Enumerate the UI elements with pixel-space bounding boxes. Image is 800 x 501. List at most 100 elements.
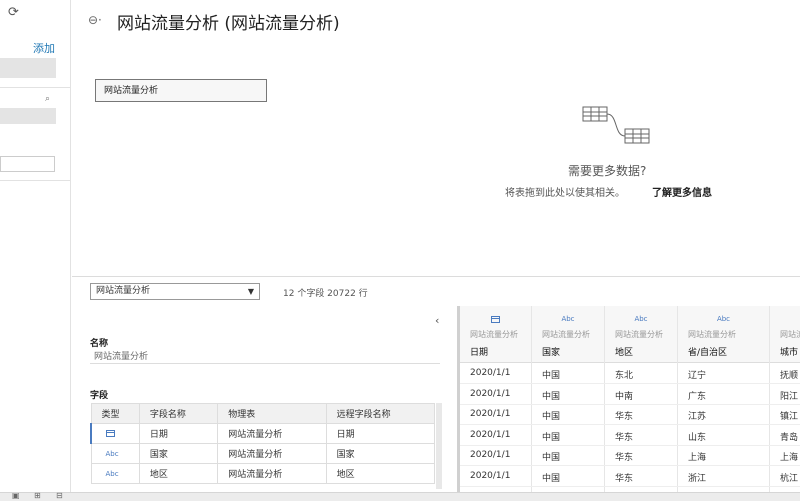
search-icon[interactable]: ⌕ (45, 94, 50, 104)
grid-cell[interactable]: 2020/1/1 (470, 409, 510, 419)
physical-table: 网站流量分析 (217, 443, 327, 464)
grid-cell[interactable]: 上海 (688, 450, 706, 463)
data-source-tab-icon[interactable]: ▣ (12, 491, 20, 500)
grid-row-divider (460, 444, 800, 446)
column-name: 日期 (470, 348, 489, 358)
join-tables-icon (582, 106, 650, 144)
remote-field-name: 地区 (325, 463, 436, 484)
name-label: 名称 (90, 339, 109, 349)
grid-cell[interactable]: 2020/1/1 (470, 450, 510, 460)
page-title[interactable]: 网站流量分析 (网站流量分析) (117, 9, 340, 34)
canvas-table-card[interactable]: 网站流量分析 (95, 79, 267, 102)
caret-down-icon: ▼ (247, 287, 254, 296)
column-name: 城市 (780, 348, 799, 358)
table-row[interactable]: Abc 地区 网站流量分析 地区 (90, 463, 436, 484)
column-source: 网站流量分析 (615, 330, 663, 339)
pane-divider[interactable] (72, 276, 800, 277)
grid-cell[interactable]: 杭江 (780, 471, 798, 484)
add-connection-link[interactable]: 添加 (33, 40, 55, 56)
column-name: 省/自治区 (688, 348, 728, 358)
string-type-icon[interactable]: Abc (90, 463, 140, 484)
field-name[interactable]: 日期 (138, 423, 219, 444)
column-source: 网站流量分析 (780, 330, 800, 339)
grid-cell[interactable]: 阳江 (780, 389, 798, 402)
grid-row-divider (460, 465, 800, 466)
grid-row-divider (460, 424, 800, 425)
column-source: 网站流量分析 (688, 330, 736, 339)
date-icon[interactable] (90, 423, 140, 444)
grid-row-divider (460, 403, 800, 405)
fields-label: 字段 (90, 391, 109, 401)
data-grid: 网站流量分析 日期 Abc 网站流量分析 国家 Abc 网站流量分析 地区 Ab… (460, 306, 800, 492)
column-header[interactable]: 远程字段名称 (325, 403, 436, 424)
column-header[interactable]: 类型 (90, 403, 140, 424)
grid-cell[interactable]: 中南 (615, 389, 633, 402)
name-underline (90, 363, 440, 364)
grid-cell[interactable]: 中国 (542, 430, 560, 443)
grid-cell[interactable]: 2020/1/1 (470, 471, 510, 481)
grid-cell[interactable]: 江苏 (688, 409, 706, 422)
grid-cell[interactable]: 华东 (615, 471, 633, 484)
table-row[interactable]: Abc 国家 网站流量分析 国家 (90, 443, 436, 464)
grid-cell[interactable]: 东北 (615, 368, 633, 381)
sidebar-divider (0, 87, 70, 88)
grid-cell[interactable]: 中国 (542, 389, 560, 402)
grid-column-header[interactable]: Abc 网站流量分析 城市 (770, 306, 800, 363)
grid-column-header[interactable]: Abc 网站流量分析 地区 (605, 306, 677, 363)
field-name[interactable]: 国家 (138, 443, 219, 464)
calendar-icon (106, 429, 115, 437)
table-search-input[interactable] (0, 156, 55, 172)
grid-cell[interactable]: 华东 (615, 430, 633, 443)
grid-column-header[interactable]: Abc 网站流量分析 国家 (532, 306, 604, 363)
physical-table: 网站流量分析 (217, 463, 327, 484)
string-type-icon: Abc (770, 315, 800, 323)
drag-table-hint: 将表拖到此处以使其相关。 (505, 188, 625, 199)
grid-cell[interactable]: 镇江 (780, 409, 798, 422)
sidebar-divider (0, 180, 70, 181)
collapse-pane-icon[interactable]: ‹ (435, 314, 439, 327)
table-select-dropdown[interactable]: 网站流量分析 ▼ (90, 283, 260, 300)
grid-cell[interactable]: 中国 (542, 409, 560, 422)
field-name[interactable]: 地区 (138, 463, 219, 484)
grid-cell[interactable]: 华东 (615, 450, 633, 463)
grid-cell[interactable]: 2020/1/1 (470, 430, 510, 440)
calendar-icon (460, 315, 531, 325)
table-select-value: 网站流量分析 (96, 286, 151, 296)
grid-column-header[interactable]: Abc 网站流量分析 省/自治区 (678, 306, 769, 363)
grid-cell[interactable]: 广东 (688, 389, 706, 402)
grid-cell[interactable]: 上海 (780, 450, 798, 463)
need-more-data-heading: 需要更多数据? (568, 164, 647, 178)
grid-cell[interactable]: 华东 (615, 409, 633, 422)
datasource-icon[interactable]: ⊖· (88, 13, 102, 27)
grid-cell[interactable]: 浙江 (688, 471, 706, 484)
grid-column-header[interactable]: 网站流量分析 日期 (460, 306, 531, 363)
grid-cell[interactable]: 抚顺 (780, 368, 798, 381)
fields-scrollbar[interactable] (436, 403, 442, 489)
fields-table-header: 类型 字段名称 物理表 远程字段名称 (90, 403, 436, 424)
refresh-icon[interactable]: ⟳ (8, 5, 19, 20)
database-select[interactable] (0, 108, 56, 124)
connection-item[interactable] (0, 58, 56, 78)
grid-row-divider (460, 383, 800, 384)
grid-cell[interactable]: 中国 (542, 368, 560, 381)
column-source: 网站流量分析 (470, 330, 518, 339)
name-value-field[interactable]: 网站流量分析 (94, 349, 148, 362)
fields-table: 类型 字段名称 物理表 远程字段名称 日期 网站流量分析 日期 Abc 国家 网… (90, 403, 436, 484)
grid-cell[interactable]: 中国 (542, 471, 560, 484)
new-dashboard-icon[interactable]: ⊟ (56, 491, 63, 500)
field-row-count: 12 个字段 20722 行 (283, 289, 368, 299)
new-sheet-icon[interactable]: ⊞ (34, 491, 41, 500)
grid-row-divider (460, 485, 800, 487)
table-row[interactable]: 日期 网站流量分析 日期 (90, 423, 436, 444)
remote-field-name: 日期 (325, 423, 436, 444)
learn-more-link[interactable]: 了解更多信息 (652, 184, 712, 199)
string-type-icon[interactable]: Abc (90, 443, 140, 464)
grid-cell[interactable]: 2020/1/1 (470, 368, 510, 378)
grid-cell[interactable]: 中国 (542, 450, 560, 463)
column-header[interactable]: 物理表 (217, 403, 327, 424)
grid-cell[interactable]: 辽宁 (688, 368, 706, 381)
column-header[interactable]: 字段名称 (138, 403, 219, 424)
grid-cell[interactable]: 2020/1/1 (470, 389, 510, 399)
grid-cell[interactable]: 青岛 (780, 430, 798, 443)
grid-cell[interactable]: 山东 (688, 430, 706, 443)
